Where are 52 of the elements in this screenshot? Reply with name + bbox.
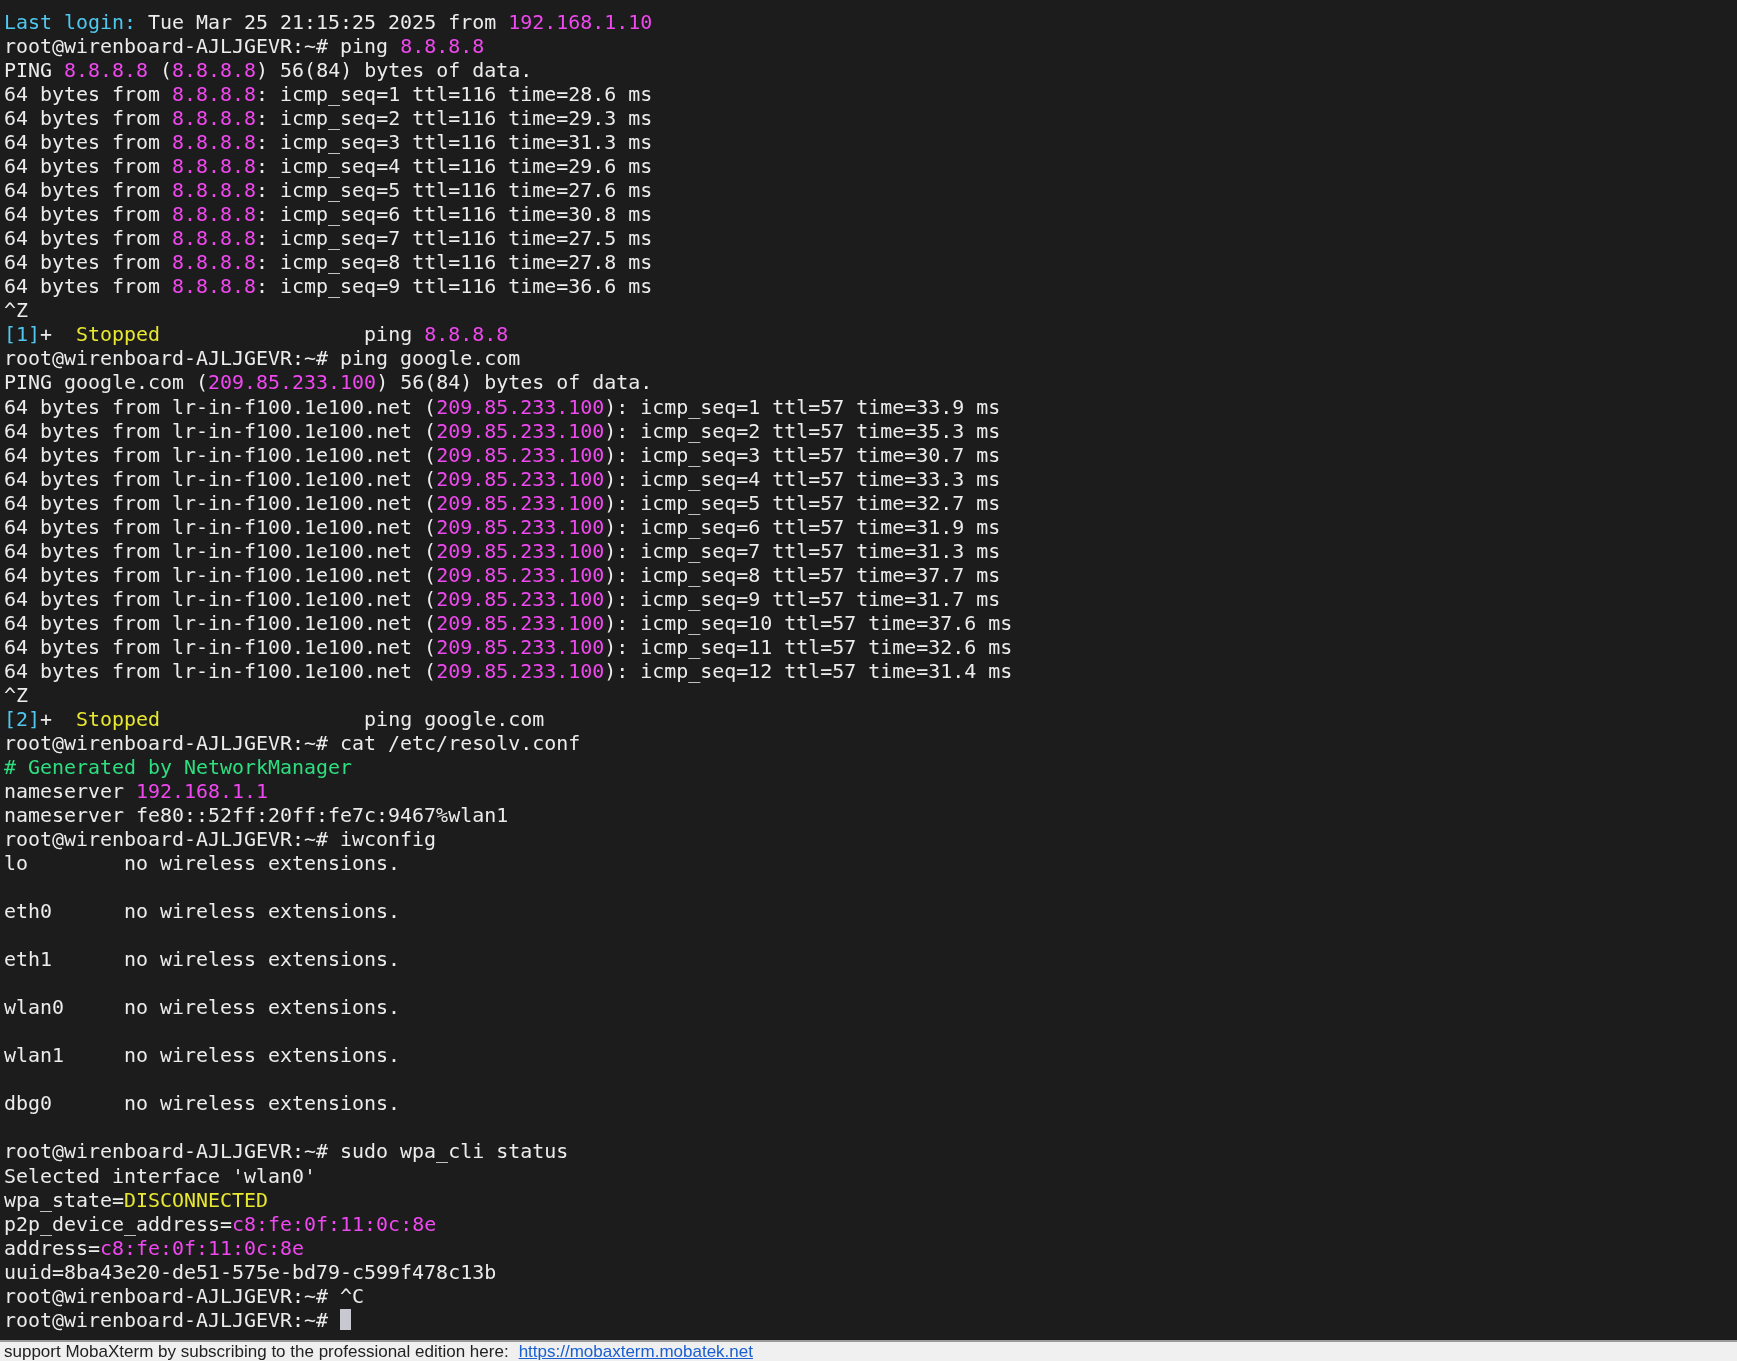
terminal-line: dbg0 no wireless extensions. [4,1091,401,1116]
terminal-line: [1]+ Stopped ping 8.8.8.8 [4,322,509,347]
terminal-line: root@wirenboard-AJLJGEVR:~# ping google.com [4,346,521,371]
terminal-line: 64 bytes from lr-in-f100.1e100.net (209.85.233.100): icmp_seq=8 ttl=57 time=37.7 ms [4,562,1001,587]
terminal-line: eth0 no wireless extensions. [4,899,401,924]
terminal-line: 64 bytes from 8.8.8.8: icmp_seq=7 ttl=116 time=27.5 ms [4,226,653,251]
terminal-line: ^Z [4,682,28,707]
support-message: support MobaXterm by subscribing to the professional edition here: [4,1342,509,1361]
terminal-line: 64 bytes from lr-in-f100.1e100.net (209.85.233.100): icmp_seq=12 ttl=57 time=31.4 ms [4,658,1013,683]
terminal-line: nameserver fe80::52ff:20ff:fe7c:9467%wlan1 [4,803,509,828]
terminal-line: [2]+ Stopped ping google.com [4,706,545,731]
terminal-line: root@wirenboard-AJLJGEVR:~# sudo wpa_cli status [4,1139,569,1164]
terminal-line: root@wirenboard-AJLJGEVR:~# ^C [4,1283,365,1308]
terminal-line: nameserver 192.168.1.1 [4,779,269,804]
terminal-line: wlan0 no wireless extensions. [4,995,401,1020]
terminal-line: 64 bytes from 8.8.8.8: icmp_seq=9 ttl=116 time=36.6 ms [4,274,653,299]
terminal-line: PING google.com (209.85.233.100) 56(84) bytes of data. [4,370,653,395]
terminal-line: 64 bytes from lr-in-f100.1e100.net (209.85.233.100): icmp_seq=1 ttl=57 time=33.9 ms [4,394,1001,419]
terminal-line: wpa_state=DISCONNECTED [4,1187,269,1212]
terminal-line: ^Z [4,298,28,323]
terminal-line: # Generated by NetworkManager [4,754,353,779]
terminal-line: 64 bytes from lr-in-f100.1e100.net (209.85.233.100): icmp_seq=5 ttl=57 time=32.7 ms [4,490,1001,515]
command-prompt: root@wirenboard-AJLJGEVR:~# [4,1307,330,1332]
terminal-line: 64 bytes from lr-in-f100.1e100.net (209.85.233.100): icmp_seq=6 ttl=57 time=31.9 ms [4,514,1001,539]
terminal-line: address=c8:fe:0f:11:0c:8e [4,1235,305,1260]
terminal-line: 64 bytes from lr-in-f100.1e100.net (209.85.233.100): icmp_seq=2 ttl=57 time=35.3 ms [4,418,1001,443]
terminal-line: root@wirenboard-AJLJGEVR:~# cat /etc/resolv.conf [4,730,581,755]
terminal-line: Last login: Tue Mar 25 21:15:25 2025 from 192.168.1.10 [4,10,653,35]
terminal-line: 64 bytes from 8.8.8.8: icmp_seq=8 ttl=116 time=27.8 ms [4,250,653,275]
terminal-line: root@wirenboard-AJLJGEVR:~# ping 8.8.8.8 [4,34,485,59]
terminal-line: 64 bytes from 8.8.8.8: icmp_seq=5 ttl=116 time=27.6 ms [4,178,653,203]
terminal-line: Selected interface 'wlan0' [4,1163,317,1188]
terminal-line: 64 bytes from lr-in-f100.1e100.net (209.85.233.100): icmp_seq=3 ttl=57 time=30.7 ms [4,442,1001,467]
terminal-line: 64 bytes from lr-in-f100.1e100.net (209.85.233.100): icmp_seq=4 ttl=57 time=33.3 ms [4,466,1001,491]
terminal-line: 64 bytes from 8.8.8.8: icmp_seq=4 ttl=116 time=29.6 ms [4,154,653,179]
terminal-line: 64 bytes from lr-in-f100.1e100.net (209.85.233.100): icmp_seq=9 ttl=57 time=31.7 ms [4,586,1001,611]
terminal-line: 64 bytes from 8.8.8.8: icmp_seq=1 ttl=116 time=28.6 ms [4,82,653,107]
terminal-line: wlan1 no wireless extensions. [4,1043,401,1068]
terminal-line: eth1 no wireless extensions. [4,947,401,972]
website-link[interactable]: https://mobaxterm.mobatek.net [518,1342,753,1361]
terminal-line: uuid=8ba43e20-de51-575e-bd79-c599f478c13b [4,1259,497,1284]
terminal-line: 64 bytes from 8.8.8.8: icmp_seq=6 ttl=116 time=30.8 ms [4,202,653,227]
terminal-line: 64 bytes from lr-in-f100.1e100.net (209.85.233.100): icmp_seq=11 ttl=57 time=32.6 ms [4,634,1013,659]
text-cursor [340,1309,352,1331]
terminal-line: 64 bytes from lr-in-f100.1e100.net (209.85.233.100): icmp_seq=7 ttl=57 time=31.3 ms [4,538,1001,563]
terminal-line: root@wirenboard-AJLJGEVR:~# iwconfig [4,827,437,852]
terminal-line: 64 bytes from 8.8.8.8: icmp_seq=2 ttl=116 time=29.3 ms [4,106,653,131]
terminal-line: lo no wireless extensions. [4,851,401,876]
terminal-line: 64 bytes from lr-in-f100.1e100.net (209.85.233.100): icmp_seq=10 ttl=57 time=37.6 ms [4,610,1013,635]
terminal-line: PING 8.8.8.8 (8.8.8.8) 56(84) bytes of data. [4,58,533,83]
terminal-line: 64 bytes from 8.8.8.8: icmp_seq=3 ttl=116 time=31.3 ms [4,130,653,155]
terminal-line: p2p_device_address=c8:fe:0f:11:0c:8e [4,1211,437,1236]
